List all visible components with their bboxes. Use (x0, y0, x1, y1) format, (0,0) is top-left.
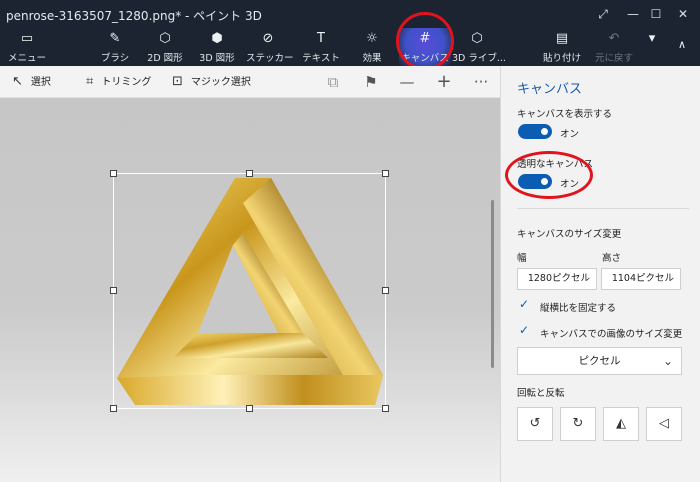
brush-icon: ✎ (109, 31, 121, 46)
main-toolbar: ▭ メニュー ✎ ブラシ ⬡ 2D 図形 ⬢ 3D 図形 ⊘ ステッカー T テ… (0, 28, 700, 66)
height-input[interactable]: 1104ピクセル (601, 268, 681, 290)
expand-icon[interactable]: ⤢ (588, 0, 618, 28)
2d-shapes-label: 2D 図形 (147, 53, 183, 64)
resize-image-label: キャンバスでの画像のサイズ変更 (540, 329, 683, 340)
resize-image-checkbox[interactable]: ✓ (519, 323, 529, 337)
text-label: テキスト (302, 53, 340, 64)
select-cursor-icon: ↖ (12, 74, 23, 89)
trim-label: トリミング (101, 77, 152, 88)
window-title: penrose-3163507_1280.png* - ペイント 3D (6, 9, 262, 23)
undo-menu-button[interactable]: ▾ (644, 28, 660, 66)
3d-library-icon: ⬡ (471, 31, 483, 46)
3d-view-icon[interactable]: ⧉ (321, 66, 345, 98)
transparent-canvas-toggle[interactable] (518, 174, 552, 189)
paste-label: 貼り付け (542, 53, 581, 64)
canvas-selection-box[interactable] (113, 173, 386, 409)
undo-button[interactable]: ↶ 元に戻す (592, 28, 636, 66)
width-input[interactable]: 1280ピクセル (517, 268, 597, 290)
stickers-label: ステッカー (246, 53, 294, 64)
resize-handle-bottom[interactable] (246, 405, 253, 412)
unit-dropdown[interactable]: ピクセル ⌄ (517, 347, 682, 375)
divider (517, 208, 689, 209)
resize-canvas-label: キャンバスのサイズ変更 (517, 229, 622, 240)
resize-handle-right[interactable] (382, 287, 389, 294)
resize-handle-bottom-right[interactable] (382, 405, 389, 412)
show-canvas-state: オン (560, 129, 580, 140)
vertical-scrollbar[interactable] (491, 200, 494, 368)
text-button[interactable]: T テキスト (299, 28, 343, 66)
undo-label: 元に戻す (594, 53, 633, 64)
maximize-button[interactable]: ☐ (641, 0, 671, 28)
flip-horizontal-button[interactable]: ◭ (603, 407, 639, 441)
magic-select-icon: ⊡ (172, 74, 183, 89)
select-button[interactable]: ↖ 選択 (12, 66, 51, 98)
rotate-left-button[interactable]: ↺ (517, 407, 553, 441)
sticker-icon: ⊘ (262, 31, 274, 46)
resize-handle-bottom-left[interactable] (110, 405, 117, 412)
flip-horizontal-icon: ◭ (616, 416, 626, 431)
undo-icon: ↶ (608, 31, 620, 46)
show-canvas-label: キャンバスを表示する (517, 109, 613, 120)
rotate-left-icon: ↺ (529, 416, 541, 431)
resize-handle-top-right[interactable] (382, 170, 389, 177)
crop-icon: ⌗ (86, 74, 94, 89)
transparent-canvas-state: オン (560, 179, 580, 190)
stickers-button[interactable]: ⊘ ステッカー (246, 28, 294, 66)
flip-vertical-icon: ◁ (659, 416, 669, 431)
paste-button[interactable]: ▤ 貼り付け (540, 28, 584, 66)
flag-icon[interactable]: ⚑ (359, 66, 383, 98)
folder-icon: ▭ (20, 31, 34, 46)
menu-label: メニュー (7, 53, 46, 64)
lock-aspect-checkbox[interactable]: ✓ (519, 297, 529, 311)
brushes-label: ブラシ (100, 53, 130, 64)
3d-shapes-label: 3D 図形 (199, 53, 235, 64)
show-canvas-toggle[interactable] (518, 124, 552, 139)
more-options-icon[interactable]: ··· (469, 66, 493, 98)
effects-label: 効果 (362, 53, 382, 64)
resize-handle-left[interactable] (110, 287, 117, 294)
2d-shapes-button[interactable]: ⬡ 2D 図形 (141, 28, 189, 66)
lock-aspect-label: 縦横比を固定する (540, 303, 617, 314)
2d-shapes-icon: ⬡ (159, 31, 171, 46)
panel-title: キャンバス (517, 82, 583, 97)
3d-library-label: 3D ライブ... (452, 53, 506, 64)
resize-handle-top-left[interactable] (110, 170, 117, 177)
3d-shapes-icon: ⬢ (211, 31, 223, 46)
resize-handle-top[interactable] (246, 170, 253, 177)
transparent-canvas-label: 透明なキャンバス (517, 159, 594, 170)
rotate-right-button[interactable]: ↻ (560, 407, 596, 441)
paste-icon: ▤ (555, 31, 569, 46)
canvas-button[interactable]: # キャンバス (399, 28, 451, 66)
select-label: 選択 (30, 77, 51, 88)
3d-library-button[interactable]: ⬡ 3D ライブ... (452, 28, 506, 66)
zoom-out-icon[interactable]: — (395, 66, 419, 98)
chevron-down-icon: ⌄ (662, 354, 673, 368)
close-button[interactable]: ✕ (668, 0, 698, 28)
width-label: 幅 (517, 253, 527, 264)
rotate-flip-label: 回転と反転 (517, 388, 565, 399)
chevron-up-icon: ∧ (677, 38, 687, 51)
canvas-subtoolbar: ↖ 選択 ⌗ トリミング ⊡ マジック選択 ⧉ ⚑ — + ··· (0, 66, 500, 98)
unit-dropdown-value: ピクセル (578, 355, 621, 367)
rotate-right-icon: ↻ (572, 416, 584, 431)
canvas-icon: # (419, 31, 431, 46)
effects-icon: ☼ (366, 31, 378, 46)
brushes-button[interactable]: ✎ ブラシ (95, 28, 135, 66)
height-label: 高さ (602, 253, 622, 264)
zoom-in-icon[interactable]: + (432, 66, 456, 98)
trim-button[interactable]: ⌗ トリミング (86, 66, 151, 98)
menu-button[interactable]: ▭ メニュー (4, 28, 50, 66)
magic-select-label: マジック選択 (190, 77, 251, 88)
text-icon: T (317, 31, 325, 46)
effects-button[interactable]: ☼ 効果 (353, 28, 391, 66)
chevron-down-icon: ▾ (648, 31, 656, 46)
flip-vertical-button[interactable]: ◁ (646, 407, 682, 441)
canvas-label: キャンバス (401, 53, 449, 64)
title-bar: penrose-3163507_1280.png* - ペイント 3D ⤢ — … (0, 0, 700, 28)
3d-shapes-button[interactable]: ⬢ 3D 図形 (193, 28, 241, 66)
magic-select-button[interactable]: ⊡ マジック選択 (172, 66, 251, 98)
history-button[interactable]: ∧ (664, 28, 700, 66)
